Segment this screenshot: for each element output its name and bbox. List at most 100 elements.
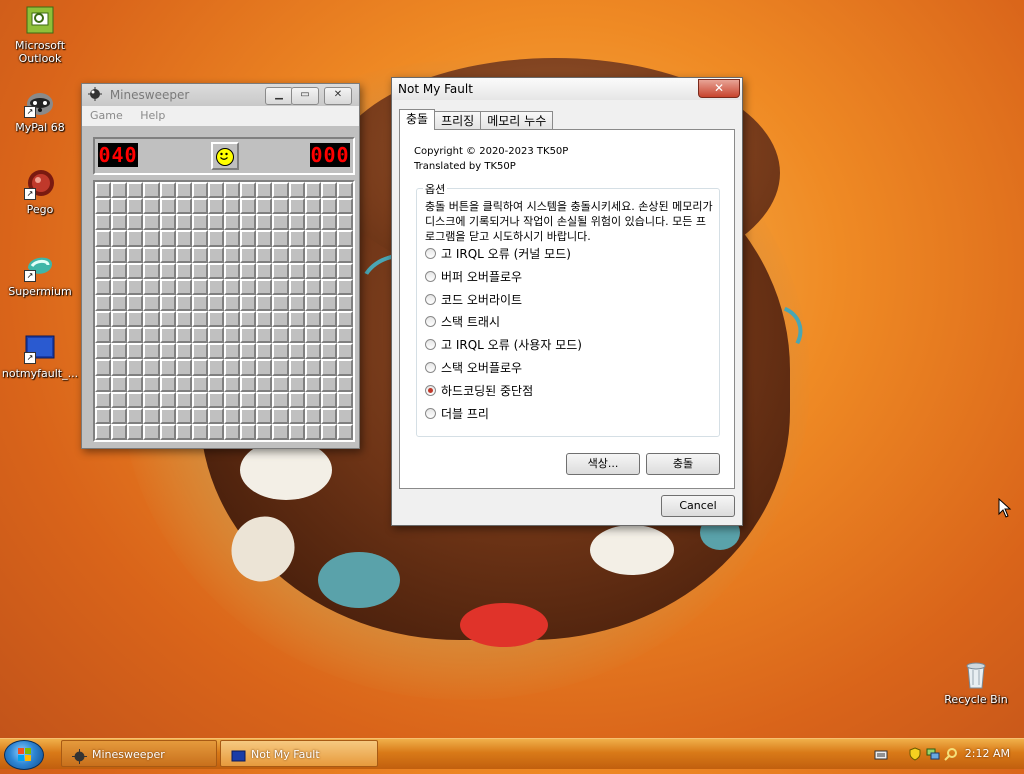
mine-cell[interactable] <box>256 182 273 199</box>
mine-cell[interactable] <box>191 198 208 215</box>
mine-cell[interactable] <box>111 391 128 408</box>
mine-cell[interactable] <box>224 407 241 424</box>
crash-option[interactable]: 스택 트래시 <box>425 313 500 331</box>
mine-cell[interactable] <box>127 391 144 408</box>
mine-cell[interactable] <box>191 246 208 263</box>
desktop-icon-recycle-bin[interactable]: Recycle Bin <box>936 658 1016 706</box>
mine-cell[interactable] <box>336 214 353 231</box>
mine-cell[interactable] <box>304 214 321 231</box>
mine-cell[interactable] <box>127 359 144 376</box>
radio-button[interactable] <box>425 339 436 351</box>
mine-cell[interactable] <box>240 214 257 231</box>
mine-cell[interactable] <box>143 230 160 247</box>
mine-cell[interactable] <box>95 198 112 215</box>
mine-cell[interactable] <box>143 391 160 408</box>
cancel-button[interactable]: Cancel <box>661 495 735 517</box>
mine-cell[interactable] <box>336 391 353 408</box>
mine-cell[interactable] <box>336 182 353 199</box>
mine-cell[interactable] <box>111 311 128 328</box>
mine-cell[interactable] <box>95 343 112 360</box>
mine-cell[interactable] <box>272 278 289 295</box>
mine-cell[interactable] <box>111 327 128 344</box>
mine-cell[interactable] <box>143 375 160 392</box>
crash-option[interactable]: 코드 오버라이트 <box>425 291 522 309</box>
mine-cell[interactable] <box>175 359 192 376</box>
mine-cell[interactable] <box>111 375 128 392</box>
mine-cell[interactable] <box>175 262 192 279</box>
mine-cell[interactable] <box>304 278 321 295</box>
mine-cell[interactable] <box>175 198 192 215</box>
mine-cell[interactable] <box>159 343 176 360</box>
mine-cell[interactable] <box>240 359 257 376</box>
mine-cell[interactable] <box>320 294 337 311</box>
mine-cell[interactable] <box>175 182 192 199</box>
mine-cell[interactable] <box>207 278 224 295</box>
mine-cell[interactable] <box>320 391 337 408</box>
mine-cell[interactable] <box>272 230 289 247</box>
close-button[interactable]: ✕ <box>324 87 352 105</box>
color-button[interactable]: 색상... <box>566 453 640 475</box>
mine-cell[interactable] <box>159 262 176 279</box>
mine-cell[interactable] <box>256 391 273 408</box>
mine-cell[interactable] <box>288 359 305 376</box>
mine-cell[interactable] <box>256 230 273 247</box>
desktop-icon-mypal[interactable]: ↗ MyPal 68 <box>0 86 80 134</box>
mine-cell[interactable] <box>95 375 112 392</box>
crash-option[interactable]: 버퍼 오버플로우 <box>425 268 522 286</box>
mine-cell[interactable] <box>272 294 289 311</box>
mine-cell[interactable] <box>272 198 289 215</box>
mine-cell[interactable] <box>320 246 337 263</box>
mine-cell[interactable] <box>143 407 160 424</box>
tab-crash[interactable]: 충돌 <box>399 109 436 130</box>
mine-cell[interactable] <box>336 343 353 360</box>
mine-cell[interactable] <box>175 214 192 231</box>
mine-cell[interactable] <box>320 214 337 231</box>
mine-cell[interactable] <box>224 311 241 328</box>
radio-button[interactable] <box>425 384 436 396</box>
close-button[interactable]: ✕ <box>698 79 740 98</box>
mine-cell[interactable] <box>224 246 241 263</box>
mine-cell[interactable] <box>256 327 273 344</box>
mine-cell[interactable] <box>224 182 241 199</box>
mine-cell[interactable] <box>304 343 321 360</box>
mine-cell[interactable] <box>320 311 337 328</box>
mine-cell[interactable] <box>304 327 321 344</box>
mine-cell[interactable] <box>127 375 144 392</box>
mine-cell[interactable] <box>95 327 112 344</box>
mine-cell[interactable] <box>224 423 241 440</box>
radio-button[interactable] <box>425 407 436 419</box>
mine-cell[interactable] <box>288 198 305 215</box>
mine-cell[interactable] <box>304 423 321 440</box>
mine-cell[interactable] <box>224 375 241 392</box>
mine-cell[interactable] <box>240 182 257 199</box>
mine-cell[interactable] <box>272 391 289 408</box>
mine-cell[interactable] <box>95 246 112 263</box>
mine-cell[interactable] <box>143 423 160 440</box>
mine-cell[interactable] <box>304 246 321 263</box>
radio-button[interactable] <box>425 362 436 373</box>
crash-option[interactable]: 고 IRQL 오류 (사용자 모드) <box>425 336 582 354</box>
mine-cell[interactable] <box>272 407 289 424</box>
radio-button[interactable] <box>425 270 436 282</box>
mine-cell[interactable] <box>256 375 273 392</box>
mine-cell[interactable] <box>191 278 208 295</box>
mine-cell[interactable] <box>240 230 257 247</box>
mine-cell[interactable] <box>207 311 224 328</box>
mine-cell[interactable] <box>256 294 273 311</box>
mine-cell[interactable] <box>111 407 128 424</box>
mine-cell[interactable] <box>191 214 208 231</box>
mine-cell[interactable] <box>191 343 208 360</box>
mine-cell[interactable] <box>175 311 192 328</box>
mine-cell[interactable] <box>191 327 208 344</box>
menu-help[interactable]: Help <box>140 109 165 122</box>
mine-cell[interactable] <box>256 198 273 215</box>
mine-cell[interactable] <box>159 198 176 215</box>
mine-cell[interactable] <box>288 294 305 311</box>
mine-cell[interactable] <box>127 343 144 360</box>
mine-cell[interactable] <box>159 214 176 231</box>
mine-cell[interactable] <box>288 423 305 440</box>
mine-cell[interactable] <box>288 311 305 328</box>
mine-cell[interactable] <box>127 278 144 295</box>
mine-cell[interactable] <box>95 262 112 279</box>
mine-cell[interactable] <box>272 423 289 440</box>
